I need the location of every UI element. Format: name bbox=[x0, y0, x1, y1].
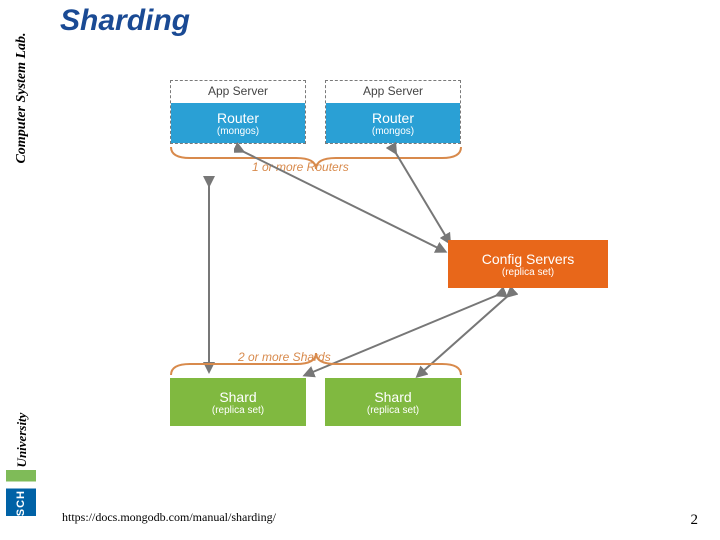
shard-box-2: Shard (replica set) bbox=[325, 378, 461, 426]
config-subtitle: (replica set) bbox=[502, 267, 554, 278]
lab-label: Computer System Lab. bbox=[14, 32, 30, 163]
footer-url: https://docs.mongodb.com/manual/sharding… bbox=[62, 510, 276, 525]
app-server-1-label: App Server bbox=[171, 84, 305, 98]
page-title: Sharding bbox=[60, 4, 190, 38]
router-1-title: Router bbox=[171, 110, 305, 126]
router-shard-arrow-icon bbox=[200, 176, 218, 374]
sharding-diagram: App Server Router (mongos) App Server Ro… bbox=[60, 80, 680, 460]
app-server-1: App Server Router (mongos) bbox=[170, 80, 306, 144]
router-2-subtitle: (mongos) bbox=[326, 126, 460, 137]
router-box-1: Router (mongos) bbox=[171, 103, 305, 143]
router-2-title: Router bbox=[326, 110, 460, 126]
shard-2-subtitle: (replica set) bbox=[367, 405, 419, 416]
config-shard-arrow-icon bbox=[300, 288, 540, 380]
app-server-2: App Server Router (mongos) bbox=[325, 80, 461, 144]
page-number: 2 bbox=[691, 512, 699, 529]
shards-annotation: 2 or more Shards bbox=[238, 350, 331, 364]
config-title: Config Servers bbox=[482, 251, 575, 267]
shard-box-1: Shard (replica set) bbox=[170, 378, 306, 426]
config-servers-box: Config Servers (replica set) bbox=[448, 240, 608, 288]
router-1-subtitle: (mongos) bbox=[171, 126, 305, 137]
shard-1-subtitle: (replica set) bbox=[212, 405, 264, 416]
sch-logo-text: SCH bbox=[15, 487, 27, 516]
university-label: University bbox=[14, 413, 30, 468]
shard-1-title: Shard bbox=[219, 389, 256, 405]
shard-2-title: Shard bbox=[374, 389, 411, 405]
app-server-2-label: App Server bbox=[326, 84, 460, 98]
sch-logo: SCH bbox=[6, 470, 36, 516]
router-config-arrow-icon bbox=[234, 140, 454, 270]
router-box-2: Router (mongos) bbox=[326, 103, 460, 143]
